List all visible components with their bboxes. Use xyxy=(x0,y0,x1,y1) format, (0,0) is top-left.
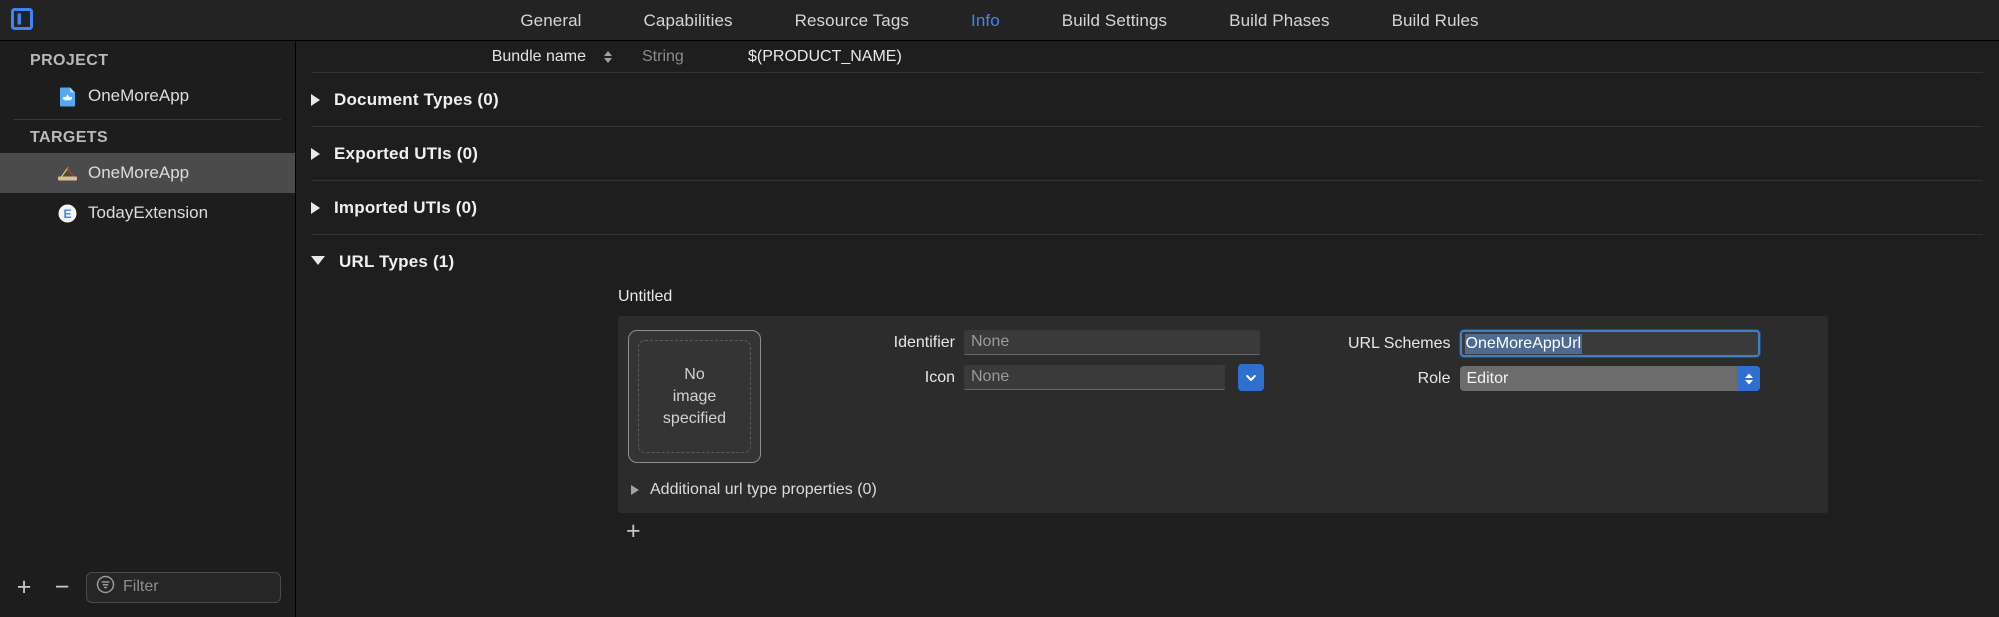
role-label: Role xyxy=(1417,369,1451,387)
editor-body: PROJECT OneMoreApp TARGETS OneMoreApp E … xyxy=(0,41,1999,617)
section-url-types[interactable]: URL Types (1) xyxy=(296,235,1999,288)
image-well-placeholder: No image specified xyxy=(638,340,751,453)
additional-url-properties-row[interactable]: Additional url type properties (0) xyxy=(618,463,1828,513)
tab-general[interactable]: General xyxy=(489,0,612,41)
sidebar-item-label: OneMoreApp xyxy=(88,86,190,105)
image-well-line-3: specified xyxy=(662,409,727,427)
chevron-down-icon[interactable] xyxy=(1238,364,1264,391)
image-well-line-1: No xyxy=(684,365,705,383)
disclosure-triangle-collapsed-icon[interactable] xyxy=(311,93,320,106)
url-type-fields-left: Identifier None Icon None xyxy=(787,330,1303,463)
section-title: URL Types (1) xyxy=(339,251,455,271)
icon-row: Icon None xyxy=(787,364,1303,391)
plist-type[interactable]: String xyxy=(620,48,748,66)
filter-placeholder: Filter xyxy=(123,578,159,595)
role-select[interactable]: Editor xyxy=(1459,366,1760,391)
disclosure-triangle-expanded-icon[interactable] xyxy=(311,255,325,271)
tab-capabilities[interactable]: Capabilities xyxy=(613,0,764,41)
section-document-types[interactable]: Document Types (0) xyxy=(296,73,1999,126)
url-schemes-label: URL Schemes xyxy=(1347,334,1451,352)
section-imported-utis[interactable]: Imported UTIs (0) xyxy=(296,181,1999,234)
additional-url-properties-label: Additional url type properties (0) xyxy=(650,481,877,498)
disclosure-triangle-collapsed-icon[interactable] xyxy=(311,147,320,160)
icon-label: Icon xyxy=(924,368,955,386)
disclosure-triangle-collapsed-icon[interactable] xyxy=(631,485,639,495)
sidebar-item-label: OneMoreApp xyxy=(88,163,190,182)
identifier-label: Identifier xyxy=(893,333,955,351)
editor-tab-bar: General Capabilities Resource Tags Info … xyxy=(0,0,1999,41)
remove-target-button[interactable]: − xyxy=(48,573,76,601)
plist-row-bundle-name[interactable]: Bundle name String $(PRODUCT_NAME) xyxy=(296,41,1999,72)
url-type-name[interactable]: Untitled xyxy=(296,288,1999,306)
sidebar-header-project: PROJECT xyxy=(30,52,109,69)
sidebar-panel-icon[interactable] xyxy=(8,5,36,33)
url-schemes-row: URL Schemes OneMoreAppUrl xyxy=(1303,330,1819,357)
tab-build-phases[interactable]: Build Phases xyxy=(1198,0,1360,41)
identifier-input[interactable]: None xyxy=(964,330,1260,355)
tab-build-rules[interactable]: Build Rules xyxy=(1361,0,1510,41)
url-schemes-input[interactable]: OneMoreAppUrl xyxy=(1459,330,1760,357)
url-schemes-value: OneMoreAppUrl xyxy=(1464,333,1583,354)
url-type-fields: Identifier None Icon None URL Schemes On… xyxy=(761,330,1818,463)
sidebar-item-project-onemoreapp[interactable]: OneMoreApp xyxy=(0,76,295,116)
add-target-button[interactable]: + xyxy=(10,573,38,601)
url-type-card-top: No image specified Identifier None Icon … xyxy=(618,330,1828,463)
filter-input[interactable]: Filter xyxy=(86,571,281,603)
sidebar-list: PROJECT OneMoreApp TARGETS OneMoreApp E … xyxy=(0,41,295,557)
xcode-target-editor-window: General Capabilities Resource Tags Info … xyxy=(0,0,1999,617)
tab-info[interactable]: Info xyxy=(940,0,1031,41)
sidebar-divider xyxy=(14,119,281,120)
sidebar-item-target-todayextension[interactable]: E TodayExtension xyxy=(0,193,295,233)
info-plist-editor: Bundle name String $(PRODUCT_NAME) Docum… xyxy=(296,41,1999,617)
url-type-image-well[interactable]: No image specified xyxy=(628,330,761,463)
sidebar-bottom-bar: + − Filter xyxy=(0,557,295,617)
project-targets-sidebar: PROJECT OneMoreApp TARGETS OneMoreApp E … xyxy=(0,41,296,617)
sidebar-header-targets: TARGETS xyxy=(30,129,109,146)
identifier-row: Identifier None xyxy=(787,330,1303,355)
tab-resource-tags[interactable]: Resource Tags xyxy=(764,0,940,41)
sidebar-item-target-onemoreapp[interactable]: OneMoreApp xyxy=(0,153,295,193)
role-row: Role Editor xyxy=(1303,366,1819,391)
plist-value[interactable]: $(PRODUCT_NAME) xyxy=(748,48,902,66)
xcode-project-file-icon xyxy=(57,86,78,107)
app-target-icon xyxy=(57,163,78,184)
disclosure-triangle-collapsed-icon[interactable] xyxy=(311,201,320,214)
section-title: Document Types (0) xyxy=(334,89,499,109)
add-url-type-button[interactable]: + xyxy=(626,519,1999,544)
url-type-card: No image specified Identifier None Icon … xyxy=(618,316,1828,513)
icon-combo-input[interactable]: None xyxy=(964,365,1225,390)
tab-list: General Capabilities Resource Tags Info … xyxy=(489,0,1509,41)
filter-icon xyxy=(96,575,115,599)
section-title: Imported UTIs (0) xyxy=(334,197,478,217)
section-title: Exported UTIs (0) xyxy=(334,143,479,163)
sort-stepper-icon[interactable] xyxy=(596,49,620,65)
role-value: Editor xyxy=(1466,369,1509,387)
plist-key: Bundle name xyxy=(491,47,586,65)
sidebar-item-label: TodayExtension xyxy=(88,203,209,222)
extension-target-icon: E xyxy=(57,203,78,224)
popup-stepper-icon xyxy=(1737,366,1760,391)
section-exported-utis[interactable]: Exported UTIs (0) xyxy=(296,127,1999,180)
image-well-line-2: image xyxy=(672,387,717,405)
svg-text:E: E xyxy=(63,207,71,221)
url-type-fields-right: URL Schemes OneMoreAppUrl Role Editor xyxy=(1303,330,1819,463)
tab-build-settings[interactable]: Build Settings xyxy=(1031,0,1198,41)
